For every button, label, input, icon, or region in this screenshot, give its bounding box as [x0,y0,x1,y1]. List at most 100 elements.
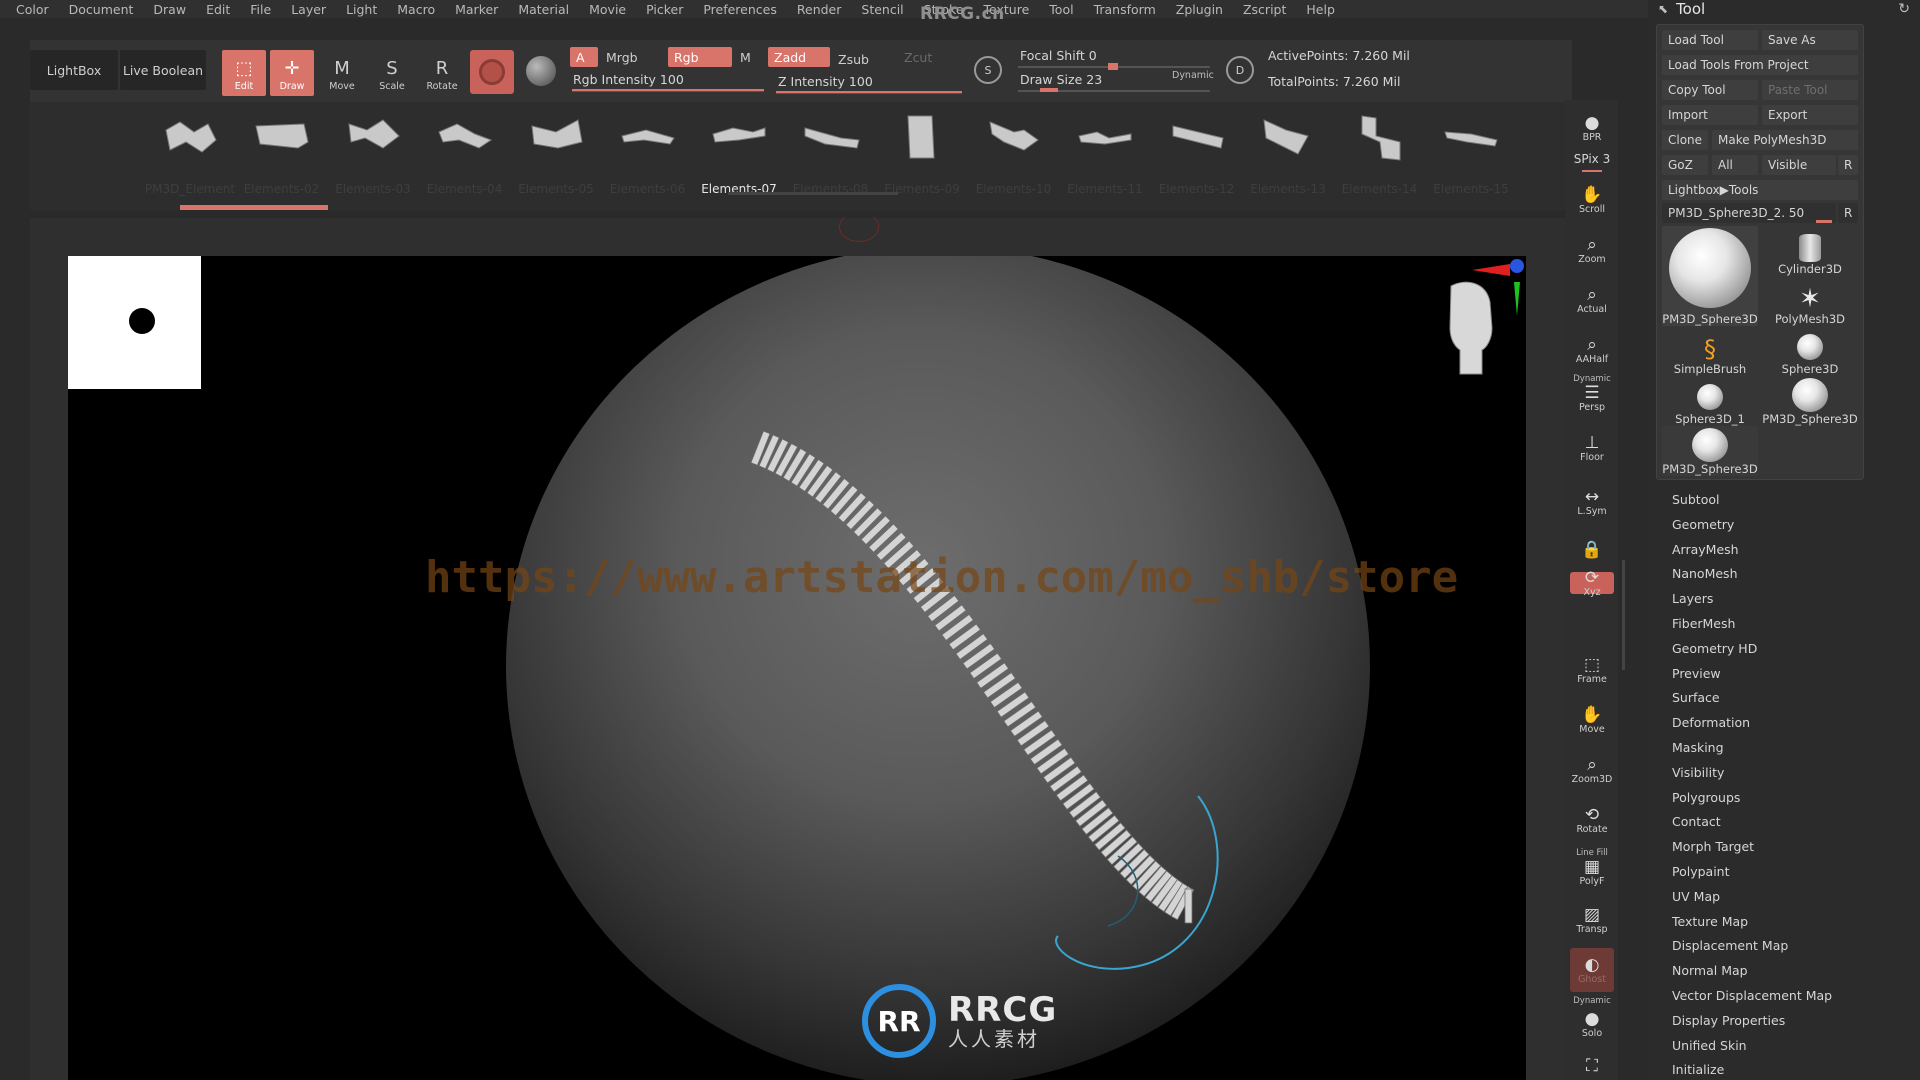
menu-file[interactable]: File [240,2,281,17]
goz-button[interactable]: GoZ [1662,155,1708,175]
element-item[interactable]: Elements-05 [512,104,600,204]
zadd-toggle[interactable]: Zadd [768,47,830,67]
zoom-view-button[interactable]: ⌕ Zoom [1570,228,1614,272]
menu-edit[interactable]: Edit [196,2,240,17]
subpalette-layers[interactable]: Layers [1672,591,1713,606]
actual-view-button[interactable]: ⌕ Actual [1570,278,1614,322]
elements-scroll-indicator[interactable] [180,205,328,210]
subpalette-preview[interactable]: Preview [1672,666,1721,681]
zsub-toggle[interactable]: Zsub [832,49,892,69]
element-item[interactable]: Elements-08 [787,104,875,204]
subpalette-contact[interactable]: Contact [1672,814,1721,829]
solo-view-button[interactable]: ● Solo [1570,1002,1614,1046]
subpalette-polygroups[interactable]: Polygroups [1672,790,1740,805]
copy-tool-button[interactable]: Copy Tool [1662,80,1758,100]
live-boolean-button[interactable]: Live Boolean [120,50,206,90]
menu-document[interactable]: Document [59,2,144,17]
zoom3d-view-button[interactable]: ⌕ Zoom3D [1570,748,1614,792]
menu-macro[interactable]: Macro [387,2,445,17]
subpalette-initialize[interactable]: Initialize [1672,1062,1724,1077]
subpalette-morph-target[interactable]: Morph Target [1672,839,1754,854]
subpalette-vector-displacement-map[interactable]: Vector Displacement Map [1672,988,1832,1003]
menu-render[interactable]: Render [787,2,852,17]
subpalette-displacement-map[interactable]: Displacement Map [1672,938,1788,953]
brush-button[interactable] [470,50,514,94]
subpalette-geometry[interactable]: Geometry [1672,517,1734,532]
head-gizmo[interactable] [1449,281,1493,375]
paste-tool-button[interactable]: Paste Tool [1762,80,1858,100]
subpalette-uv-map[interactable]: UV Map [1672,889,1720,904]
subpalette-fibermesh[interactable]: FiberMesh [1672,616,1735,631]
menu-movie[interactable]: Movie [579,2,636,17]
tool-thumb-cylinder3d[interactable]: Cylinder3D [1762,226,1858,276]
edit-mode-button[interactable]: ⬚ Edit [222,50,266,96]
a-toggle[interactable]: A [570,47,598,67]
tool-thumb-pm3d-sphere3d-active[interactable]: PM3D_Sphere3D [1662,226,1758,326]
element-item[interactable]: PM3D_Element [145,104,235,204]
tool-thumb-simplebrush[interactable]: § SimpleBrush [1662,326,1758,376]
clone-button[interactable]: Clone [1662,130,1708,150]
focal-shift-handle[interactable] [1108,63,1118,70]
tool-thumb-sphere3d-1[interactable]: Sphere3D_1 [1662,376,1758,426]
load-tools-from-project-button[interactable]: Load Tools From Project [1662,55,1858,75]
transp-view-button[interactable]: ▨ Transp [1570,898,1614,942]
xpose-view-button[interactable]: ⛶ [1570,1044,1614,1080]
subpalette-subtool[interactable]: Subtool [1672,492,1719,507]
import-button[interactable]: Import [1662,105,1758,125]
subpalette-visibility[interactable]: Visibility [1672,765,1724,780]
floor-view-button[interactable]: ⊥ Floor [1570,426,1614,470]
rotate-view-button[interactable]: ⟲ Rotate [1570,798,1614,842]
rotate-mode-button[interactable]: R Rotate [420,50,464,96]
menu-light[interactable]: Light [336,2,387,17]
save-as-button[interactable]: Save As [1762,30,1858,50]
goz-visible-button[interactable]: Visible [1762,155,1836,175]
menu-preferences[interactable]: Preferences [693,2,787,17]
lazy-mouse-icon[interactable]: S [974,56,1002,84]
aahalf-view-button[interactable]: ⌕ AAHalf [1570,328,1614,372]
element-item[interactable]: Elements-12 [1153,104,1241,204]
spix-slider[interactable]: SPix 3 [1570,152,1614,166]
make-polymesh-button[interactable]: Make PolyMesh3D [1712,130,1858,150]
subpalette-deformation[interactable]: Deformation [1672,715,1750,730]
draw-mode-button[interactable]: ✛ Draw [270,50,314,96]
current-tool-slider[interactable]: PM3D_Sphere3D_2. 50 [1662,203,1836,223]
element-item[interactable]: Elements-10 [970,104,1058,204]
current-tool-slider-handle[interactable] [1816,220,1832,223]
sphere-mesh[interactable] [506,256,1370,1080]
menu-tool[interactable]: Tool [1039,2,1083,17]
subpalette-arraymesh[interactable]: ArrayMesh [1672,542,1739,557]
dynamic-label[interactable]: Dynamic [1172,70,1214,81]
material-icon[interactable] [526,56,556,86]
move-mode-button[interactable]: M Move [320,50,364,96]
current-tool-r-button[interactable]: R [1838,203,1858,223]
goz-r-button[interactable]: R [1838,155,1858,175]
zcut-toggle[interactable]: Zcut [898,47,948,67]
element-item[interactable]: Elements-07 [695,104,783,204]
stroke-alpha-preview[interactable] [68,256,201,389]
scale-mode-button[interactable]: S Scale [370,50,414,96]
menu-stencil[interactable]: Stencil [851,2,913,17]
menu-zplugin[interactable]: Zplugin [1166,2,1233,17]
menu-marker[interactable]: Marker [445,2,508,17]
scroll-view-button[interactable]: ✋ Scroll [1570,178,1614,222]
element-item[interactable]: Elements-13 [1244,104,1332,204]
menu-draw[interactable]: Draw [143,2,196,17]
element-item[interactable]: Elements-06 [604,104,692,204]
lightbox-tools-button[interactable]: Lightbox▶Tools [1662,180,1858,200]
tool-thumb-pm3d-sphere3d-b[interactable]: PM3D_Sphere3D [1762,376,1858,426]
mrgb-toggle[interactable]: Mrgb [600,47,660,67]
dynamic-perspective-icon[interactable]: D [1226,56,1254,84]
rgb-toggle[interactable]: Rgb [668,47,732,67]
subpalette-display-properties[interactable]: Display Properties [1672,1013,1785,1028]
subpalette-nanomesh[interactable]: NanoMesh [1672,566,1738,581]
element-item[interactable]: Elements-14 [1336,104,1424,204]
lightbox-button[interactable]: LightBox [30,50,118,90]
collapse-arrow-icon[interactable]: ⬉ [1658,2,1668,16]
menu-color[interactable]: Color [0,2,59,17]
menu-picker[interactable]: Picker [636,2,693,17]
bpr-view-button[interactable]: ● BPR [1570,106,1614,150]
m-toggle[interactable]: M [734,47,756,67]
subpalette-geometry-hd[interactable]: Geometry HD [1672,641,1757,656]
load-tool-button[interactable]: Load Tool [1662,30,1758,50]
right-scrollbar[interactable] [1622,560,1625,670]
